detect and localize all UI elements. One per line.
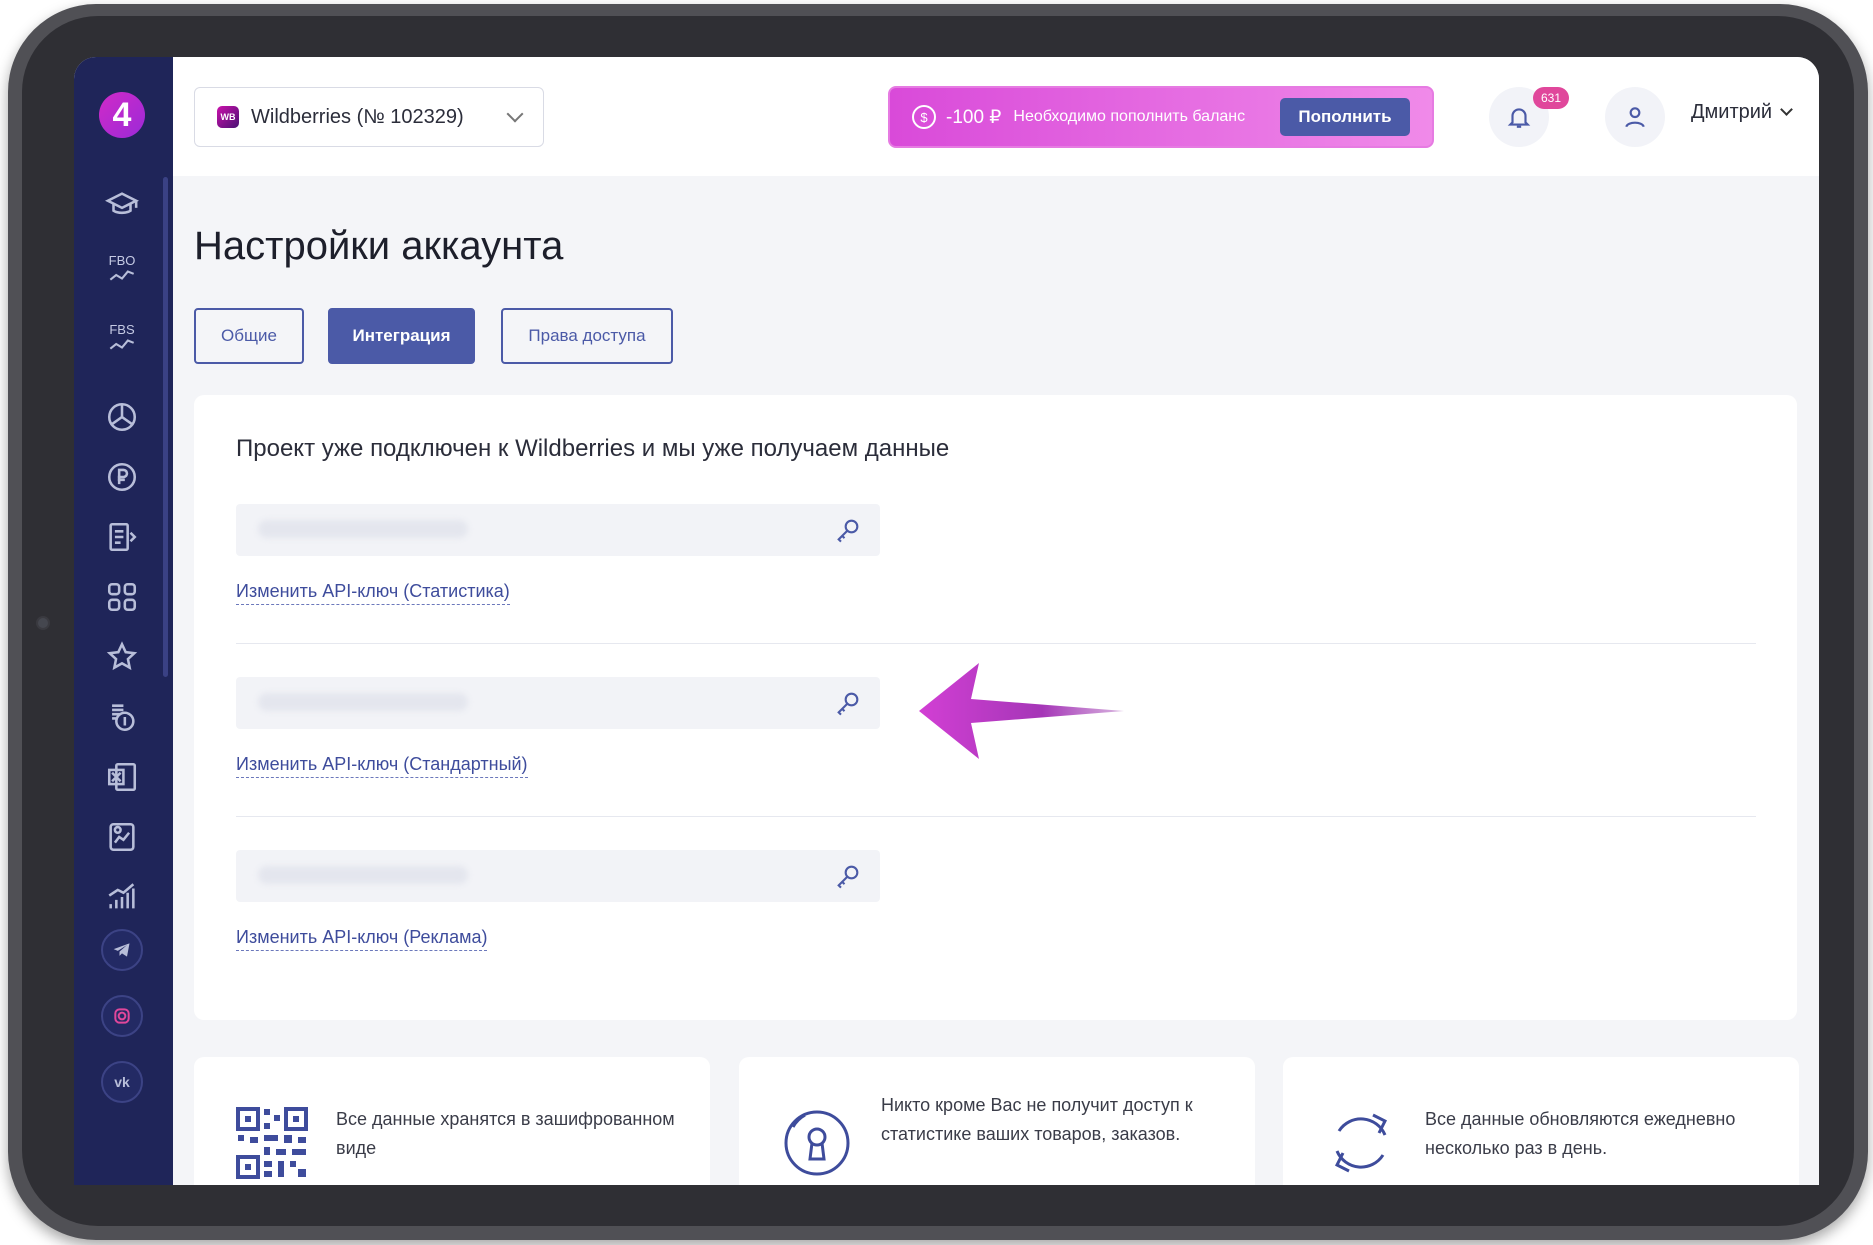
change-api-key-statistics-link[interactable]: Изменить API-ключ (Статистика) [236,581,510,605]
change-api-key-ads-link[interactable]: Изменить API-ключ (Реклама) [236,927,488,951]
star-icon [106,641,138,671]
key-icon[interactable] [834,516,862,544]
top-header: WB Wildberries (№ 102329) $ -100 ₽ Необх… [173,57,1819,176]
logo-glyph: 4 [112,96,132,134]
balance-message: Необходимо пополнить баланс [1013,108,1246,125]
chevron-down-icon [506,105,524,123]
fbo-chart-icon [109,270,135,281]
sidebar-scrollbar[interactable] [163,177,168,677]
balance-amount: -100 ₽ [946,106,1002,128]
tablet-frame: 4 FBO FBS vk WB Wildberries (№ 102329) $… [8,4,1868,1240]
camera-dot [36,616,50,630]
user-avatar[interactable] [1605,87,1665,147]
sidebar-item-favorites[interactable] [99,634,145,680]
coin-icon: $ [912,105,936,129]
sidebar-item-reports[interactable] [99,814,145,860]
page-title: Настройки аккаунта [194,224,564,268]
telegram-icon [113,943,130,957]
api-key-statistics-field[interactable] [236,504,880,556]
shop-select-value: Wildberries (№ 102329) [251,105,464,128]
sidebar-item-finance[interactable] [99,454,145,500]
notifications-badge: 631 [1533,87,1570,109]
key-icon[interactable] [834,689,862,717]
wildberries-logo-icon: WB [217,106,239,128]
key-icon[interactable] [834,862,862,890]
vk-icon: vk [114,1074,130,1090]
info-card-updates: Все данные обновляются ежедневно несколь… [1283,1057,1799,1185]
change-api-key-standard-link[interactable]: Изменить API-ключ (Стандартный) [236,754,528,778]
report-chart-icon [109,822,135,852]
excel-icon [107,762,137,792]
api-key-ads-field[interactable] [236,850,880,902]
instagram-icon [114,1008,130,1024]
sidebar: 4 FBO FBS vk [74,57,173,1185]
keyhole-icon [781,1107,853,1179]
tab-general[interactable]: Общие [194,308,304,364]
divider [236,816,1756,817]
qr-code-icon [236,1107,308,1179]
sidebar-item-fbo-label: FBO [108,253,136,268]
sidebar-item-apps[interactable] [99,574,145,620]
refresh-icon [1325,1107,1397,1179]
tab-integration[interactable]: Интеграция [328,308,475,364]
bell-icon [1507,108,1531,128]
divider [236,643,1756,644]
vk-link[interactable]: vk [101,1061,143,1103]
ruble-coin-icon [107,462,137,492]
info-text: Все данные обновляются ежедневно несколь… [1425,1109,1736,1158]
instagram-link[interactable] [101,995,143,1037]
info-card-encryption: Все данные хранятся в зашифрованном виде [194,1057,710,1185]
app-screen: 4 FBO FBS vk WB Wildberries (№ 102329) $… [74,57,1819,1185]
masked-key-value [258,866,468,884]
sidebar-item-excel[interactable] [99,754,145,800]
user-name: Дмитрий [1691,101,1773,123]
user-icon [1625,107,1645,128]
chevron-down-icon [1780,103,1793,116]
topup-button[interactable]: Пополнить [1280,98,1410,136]
pointer-arrow-icon [919,663,1124,759]
sidebar-item-fbs[interactable]: FBS [99,314,145,360]
integration-card: Проект уже подключен к Wildberries и мы … [194,395,1797,1020]
sidebar-item-payments[interactable] [99,694,145,740]
fbs-chart-icon [109,339,135,350]
integration-status: Проект уже подключен к Wildberries и мы … [236,435,950,462]
app-logo[interactable]: 4 [99,92,145,138]
tab-access-rights[interactable]: Права доступа [501,308,673,364]
checklist-icon [109,522,137,552]
balance-alert: $ -100 ₽ Необходимо пополнить баланс Поп… [888,86,1434,148]
sidebar-item-fbs-label: FBS [109,322,135,337]
masked-key-value [258,520,468,538]
coins-icon [112,704,135,732]
sidebar-item-fbo[interactable]: FBO [99,245,145,291]
bar-growth-icon [108,883,135,909]
api-key-standard-field[interactable] [236,677,880,729]
sidebar-item-tasks[interactable] [99,514,145,560]
sidebar-item-education[interactable] [99,182,145,228]
apps-grid-icon [107,582,137,612]
graduation-cap-icon [105,192,139,215]
telegram-link[interactable] [101,929,143,971]
user-menu[interactable]: Дмитрий [1691,101,1793,124]
info-text: Все данные хранятся в зашифрованном виде [336,1109,675,1158]
info-card-privacy: Никто кроме Вас не получит доступ к стат… [739,1057,1255,1185]
sidebar-item-analytics[interactable] [99,394,145,440]
pie-chart-icon [107,402,137,432]
shop-select[interactable]: WB Wildberries (№ 102329) [194,87,544,147]
info-text: Никто кроме Вас не получит доступ к стат… [881,1095,1193,1144]
sidebar-item-growth[interactable] [99,874,145,920]
masked-key-value [258,693,468,711]
